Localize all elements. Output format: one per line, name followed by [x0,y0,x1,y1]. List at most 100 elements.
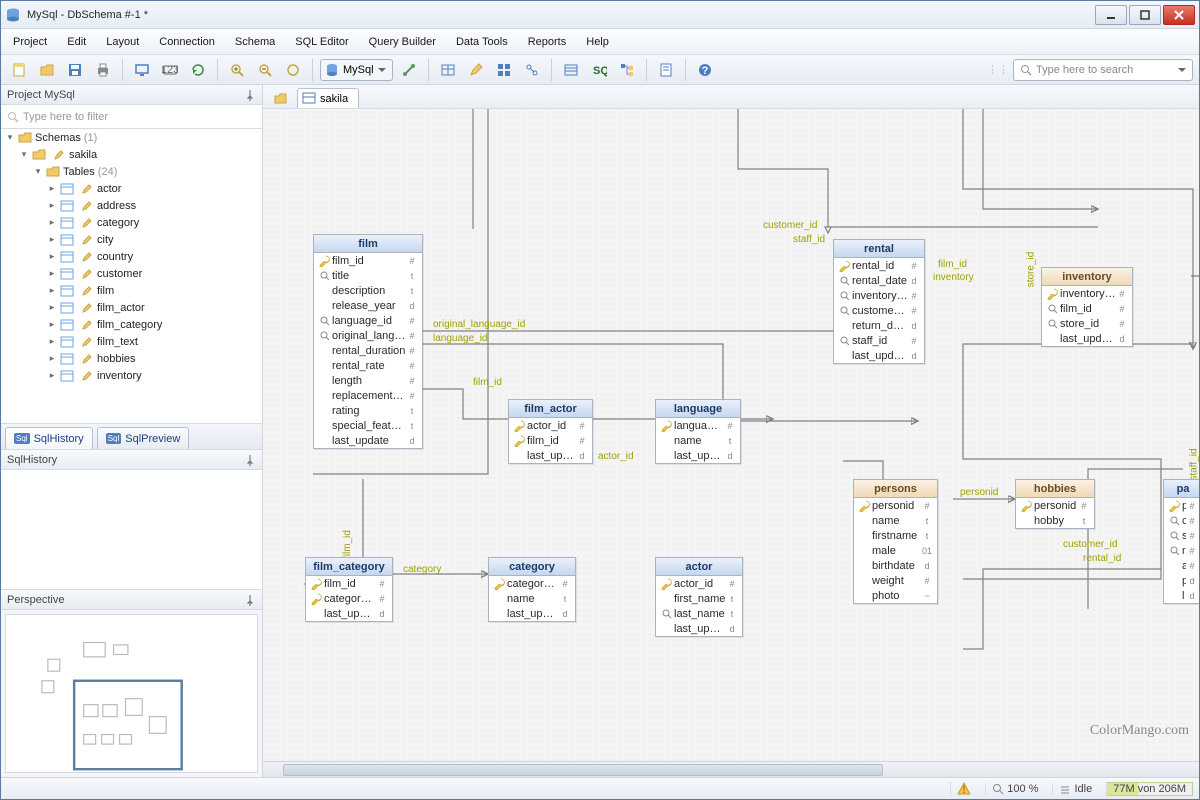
column-personid[interactable]: personid# [1016,498,1094,513]
column-actor_id[interactable]: actor_id# [509,418,592,433]
column-category_id[interactable]: category_id# [489,576,575,591]
counter-icon[interactable]: 123 [158,58,182,82]
report-icon[interactable] [654,58,678,82]
column-weight[interactable]: weight# [854,573,937,588]
tree-schema-sakila[interactable]: ▾sakila [1,146,262,163]
menu-schema[interactable]: Schema [231,34,279,50]
table-inventory[interactable]: inventoryinventory_id#film_id#store_id#l… [1041,267,1133,347]
column-rental_id[interactable]: rental_id# [834,258,924,273]
column-last_update[interactable]: last_updated [1042,331,1132,346]
data-icon[interactable] [559,58,583,82]
column-replacement_cost[interactable]: replacement_cost# [314,388,422,403]
column-staf[interactable]: staf# [1164,528,1199,543]
column-last_update[interactable]: last_updated [656,621,742,636]
column-length[interactable]: length# [314,373,422,388]
column-release_year[interactable]: release_yeard [314,298,422,313]
zoom-in-icon[interactable] [225,58,249,82]
table-persons[interactable]: personspersonid#nametfirstnametmale01bir… [853,479,938,604]
table-header[interactable]: rental [834,240,924,258]
save-icon[interactable] [63,58,87,82]
table-header[interactable]: film_category [306,558,392,576]
tree-table-film[interactable]: ▸film [1,282,262,299]
tree-schemas[interactable]: ▾Schemas(1) [1,129,262,146]
column-inventory_id[interactable]: inventory_id# [1042,286,1132,301]
tree-table-film_category[interactable]: ▸film_category [1,316,262,333]
table-rental[interactable]: rentalrental_id#rental_datedinventory_id… [833,239,925,364]
zoom-fit-icon[interactable] [281,58,305,82]
sql-icon[interactable]: SQL [587,58,611,82]
perspective-minimap[interactable] [5,614,258,773]
column-birthdate[interactable]: birthdated [854,558,937,573]
column-staff_id[interactable]: staff_id# [834,333,924,348]
menu-query-builder[interactable]: Query Builder [365,34,440,50]
column-firstname[interactable]: firstnamet [854,528,937,543]
table-actor[interactable]: actoractor_id#first_nametlast_nametlast_… [655,557,743,637]
table-header[interactable]: category [489,558,575,576]
menu-project[interactable]: Project [9,34,51,50]
menu-reports[interactable]: Reports [524,34,571,50]
tree-table-customer[interactable]: ▸customer [1,265,262,282]
tree-table-inventory[interactable]: ▸inventory [1,367,262,384]
status-memory[interactable]: 77M von 206M [1106,782,1193,796]
table-film_actor[interactable]: film_actoractor_id#film_id#last_updated [508,399,593,464]
tree-table-category[interactable]: ▸category [1,214,262,231]
canvas-tab-sakila[interactable]: sakila [297,88,359,108]
menu-help[interactable]: Help [582,34,613,50]
tree-table-hobbies[interactable]: ▸hobbies [1,350,262,367]
folder-open-icon[interactable] [271,90,291,108]
sqlhistory-area[interactable] [1,470,262,590]
maximize-button[interactable] [1129,5,1161,25]
pin-icon[interactable] [244,594,256,606]
menu-layout[interactable]: Layout [102,34,143,50]
column-name[interactable]: namet [854,513,937,528]
table-header[interactable]: inventory [1042,268,1132,286]
column-rental_rate[interactable]: rental_rate# [314,358,422,373]
menu-sql-editor[interactable]: SQL Editor [291,34,352,50]
menu-connection[interactable]: Connection [155,34,219,50]
table-header[interactable]: persons [854,480,937,498]
column-last_update[interactable]: last_updated [489,606,575,621]
column-language_id[interactable]: language_id# [656,418,740,433]
link-icon[interactable] [520,58,544,82]
menu-edit[interactable]: Edit [63,34,90,50]
tree-tables[interactable]: ▾Tables(24) [1,163,262,180]
column-language_id[interactable]: language_id# [314,313,422,328]
minimize-button[interactable] [1095,5,1127,25]
table-header[interactable]: language [656,400,740,418]
table-header[interactable]: film_actor [509,400,592,418]
column-actor_id[interactable]: actor_id# [656,576,742,591]
tree-icon[interactable] [615,58,639,82]
column-name[interactable]: namet [489,591,575,606]
column-description[interactable]: descriptiont [314,283,422,298]
edit-icon[interactable] [464,58,488,82]
tab-sqlpreview[interactable]: SqlSqlPreview [97,427,190,449]
status-warning-icon[interactable]: ! [950,782,977,796]
column-film_id[interactable]: film_id# [509,433,592,448]
search-handle-icon[interactable]: ⋮⋮ [987,63,1009,76]
column-payn[interactable]: paynd [1164,573,1199,588]
search-input[interactable]: Type here to search [1013,59,1193,81]
column-rating[interactable]: ratingt [314,403,422,418]
table-hobbies[interactable]: hobbiespersonid#hobbyt [1015,479,1095,529]
column-title[interactable]: titlet [314,268,422,283]
tree-table-country[interactable]: ▸country [1,248,262,265]
connect-icon[interactable] [397,58,421,82]
pin-icon[interactable] [244,454,256,466]
tree-filter[interactable]: Type here to filter [1,105,262,129]
table-category[interactable]: categorycategory_id#nametlast_updated [488,557,576,622]
column-special_features[interactable]: special_featurest [314,418,422,433]
column-film_id[interactable]: film_id# [314,253,422,268]
column-customer_id[interactable]: customer_id# [834,303,924,318]
table-header[interactable]: actor [656,558,742,576]
status-zoom[interactable]: 100 % [985,783,1044,795]
column-last_update[interactable]: last_updated [306,606,392,621]
column-personid[interactable]: personid# [854,498,937,513]
column-first_name[interactable]: first_namet [656,591,742,606]
column-last_update[interactable]: last_updated [834,348,924,363]
new-icon[interactable] [7,58,31,82]
column-last_name[interactable]: last_namet [656,606,742,621]
tree-table-city[interactable]: ▸city [1,231,262,248]
refresh-icon[interactable] [186,58,210,82]
canvas[interactable]: customer_id staff_id store_id film_id in… [263,109,1199,761]
column-rental_date[interactable]: rental_dated [834,273,924,288]
